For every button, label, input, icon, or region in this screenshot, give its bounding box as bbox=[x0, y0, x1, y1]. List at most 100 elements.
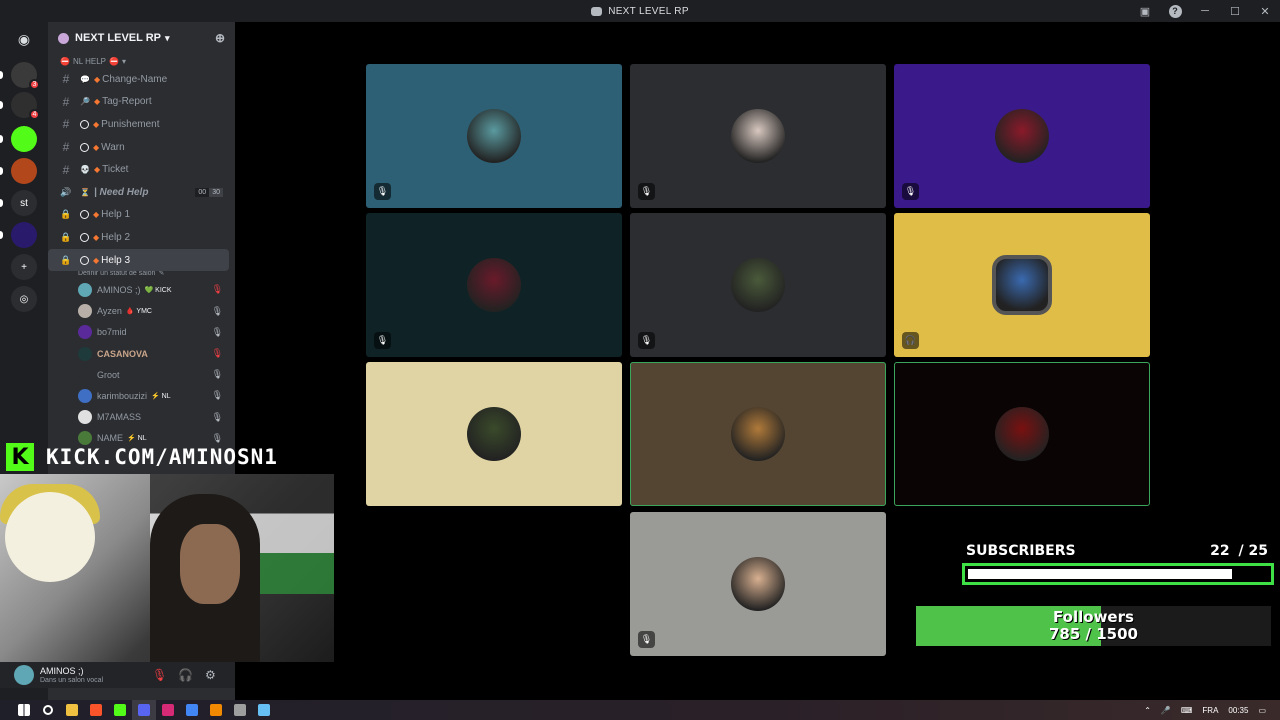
channel-item[interactable]: # 💀 ◆ Ticket bbox=[48, 158, 235, 181]
minimize-button[interactable]: ─ bbox=[1190, 0, 1220, 22]
channel-voice-item[interactable]: 🔊 ⏳ | Need Help 00 30 bbox=[48, 181, 235, 204]
add-server-icon[interactable]: + bbox=[11, 254, 37, 280]
steam-icon[interactable] bbox=[252, 700, 276, 720]
user-count: 00 bbox=[195, 187, 210, 197]
voice-user-name: bo7mid bbox=[97, 327, 127, 338]
channel-item[interactable]: # ◆ Warn bbox=[48, 136, 235, 159]
avatar bbox=[78, 304, 92, 319]
channel-label: Help 2 bbox=[101, 231, 131, 243]
voice-tile[interactable]: 🎙 bbox=[366, 64, 622, 208]
discord-icon[interactable] bbox=[132, 700, 156, 720]
search-icon[interactable] bbox=[36, 700, 60, 720]
kick-app-icon[interactable] bbox=[108, 700, 132, 720]
voice-tile[interactable] bbox=[894, 362, 1150, 506]
voice-user-name: M7AMASS bbox=[97, 412, 142, 423]
window-titlebar: NEXT LEVEL RP ▣ ? ─ ☐ ✕ bbox=[0, 0, 1280, 22]
voice-user[interactable]: bo7mid 🎙 bbox=[48, 322, 235, 343]
avatar bbox=[78, 325, 92, 340]
channel-item[interactable]: # 💬 ◆ Change-Name bbox=[48, 68, 235, 91]
voice-tile[interactable]: 🎙 bbox=[630, 512, 886, 656]
window-title-text: NEXT LEVEL RP bbox=[608, 5, 689, 17]
microphone-muted-icon[interactable]: 🎙 bbox=[152, 668, 167, 682]
voice-user[interactable]: AMINOS ;) 💚 KICK 🎙 bbox=[48, 279, 235, 300]
voice-user[interactable]: M7AMASS 🎙 bbox=[48, 406, 235, 427]
file-explorer-icon[interactable] bbox=[60, 700, 84, 720]
channel-item[interactable]: # 🔎 ◆ Tag-Report bbox=[48, 91, 235, 114]
vlc-icon[interactable] bbox=[204, 700, 228, 720]
server-icon[interactable] bbox=[11, 158, 37, 184]
gear-icon[interactable]: ⚙ bbox=[205, 668, 216, 682]
server-icon[interactable] bbox=[11, 222, 37, 248]
subscribers-current: 22 bbox=[1210, 543, 1230, 559]
channel-item[interactable]: 🔒 ◆ Help 2 bbox=[48, 226, 235, 249]
help-icon[interactable]: ? bbox=[1160, 0, 1190, 22]
avatar bbox=[78, 410, 92, 425]
voice-user[interactable]: CASANOVA 🎙 bbox=[48, 343, 235, 364]
hash-icon: # bbox=[62, 140, 70, 155]
server-icon[interactable]: 3 bbox=[11, 62, 40, 90]
voice-user[interactable]: Ayzen 🩸 YMC 🎙 bbox=[48, 301, 235, 322]
channel-label: Ticket bbox=[102, 164, 129, 176]
microphone-icon[interactable]: 🎤 bbox=[1161, 706, 1171, 715]
voice-user[interactable]: karimbouzizi ⚡ NL 🎙 bbox=[48, 385, 235, 406]
subscribers-progress-bar bbox=[962, 563, 1274, 585]
channel-item[interactable]: 🔒 ◆ Help 3 bbox=[48, 248, 229, 272]
notification-icon[interactable]: ▭ bbox=[1258, 706, 1266, 715]
avatar bbox=[467, 407, 521, 461]
voice-user-name: Ayzen bbox=[97, 306, 122, 317]
headphones-icon[interactable]: 🎧 bbox=[178, 668, 193, 682]
diamond-icon: ◆ bbox=[93, 210, 100, 220]
speech-icon: 💬 bbox=[80, 74, 90, 84]
user-limit-counter: 00 30 bbox=[195, 187, 223, 197]
chevron-up-icon[interactable]: ⌃ bbox=[1144, 706, 1151, 715]
avatar[interactable] bbox=[14, 665, 34, 685]
clock[interactable]: 00:35 bbox=[1228, 706, 1248, 715]
channel-item[interactable]: 🔒 ◆ Help 1 bbox=[48, 204, 235, 227]
voice-tile[interactable]: 🎧 bbox=[894, 213, 1150, 357]
voice-tile[interactable]: 🎙 bbox=[630, 213, 886, 357]
discord-logo-icon bbox=[591, 6, 603, 16]
unread-indicator bbox=[0, 199, 3, 207]
server-icon[interactable]: st bbox=[11, 190, 37, 216]
voice-user-name: CASANOVA bbox=[97, 348, 148, 359]
explore-icon[interactable]: ◎ bbox=[11, 286, 37, 312]
no-entry-icon: ⛔ bbox=[109, 56, 119, 66]
inbox-icon[interactable]: ▣ bbox=[1130, 0, 1160, 22]
kick-server-icon[interactable] bbox=[11, 126, 37, 152]
skull-icon: 💀 bbox=[80, 165, 90, 175]
unread-indicator bbox=[0, 71, 3, 79]
obs-icon[interactable] bbox=[228, 700, 252, 720]
subscribers-progress-fill bbox=[968, 569, 1232, 579]
discord-home-icon[interactable]: ◉ bbox=[11, 26, 37, 52]
channel-item[interactable]: # ◆ Punishement bbox=[48, 113, 235, 136]
microphone-muted-icon: 🎙 bbox=[638, 332, 655, 349]
avatar bbox=[78, 367, 92, 382]
keyboard-icon[interactable]: ⌨ bbox=[1181, 706, 1193, 715]
maximize-button[interactable]: ☐ bbox=[1220, 0, 1250, 22]
brave-icon[interactable] bbox=[84, 700, 108, 720]
voice-tile[interactable]: 🎙 bbox=[366, 213, 622, 357]
chrome-icon[interactable] bbox=[180, 700, 204, 720]
instagram-icon[interactable] bbox=[156, 700, 180, 720]
server-icon[interactable]: 4 bbox=[11, 92, 40, 120]
server-header[interactable]: NEXT LEVEL RP ▾ ⊕ bbox=[48, 22, 235, 54]
microphone-muted-icon: 🎙 bbox=[211, 284, 223, 295]
windows-icon[interactable] bbox=[12, 700, 36, 720]
voice-stage: 🎙 🎙 🎙 🎙 🎙 🎧 🎙 bbox=[235, 22, 1280, 702]
voice-user[interactable]: Groot 🎙 bbox=[48, 364, 235, 385]
webcam-feed bbox=[0, 474, 334, 662]
invite-people-icon[interactable]: ⊕ bbox=[215, 31, 225, 45]
language-indicator[interactable]: FRA bbox=[1202, 706, 1218, 715]
channel-category[interactable]: ⛔ NL HELP ⛔ ▾ bbox=[48, 54, 235, 68]
microphone-muted-icon: 🎙 bbox=[211, 390, 223, 401]
voice-tile[interactable]: 🎙 bbox=[894, 64, 1150, 208]
channel-label: Change-Name bbox=[102, 73, 168, 85]
avatar bbox=[995, 109, 1049, 163]
hash-icon: # bbox=[62, 117, 70, 132]
voice-tile[interactable]: 🎙 bbox=[630, 64, 886, 208]
close-button[interactable]: ✕ bbox=[1250, 0, 1280, 22]
voice-tile[interactable] bbox=[366, 362, 622, 506]
hash-icon: # bbox=[62, 162, 70, 177]
hash-icon: # bbox=[62, 94, 70, 109]
voice-tile[interactable] bbox=[630, 362, 886, 506]
